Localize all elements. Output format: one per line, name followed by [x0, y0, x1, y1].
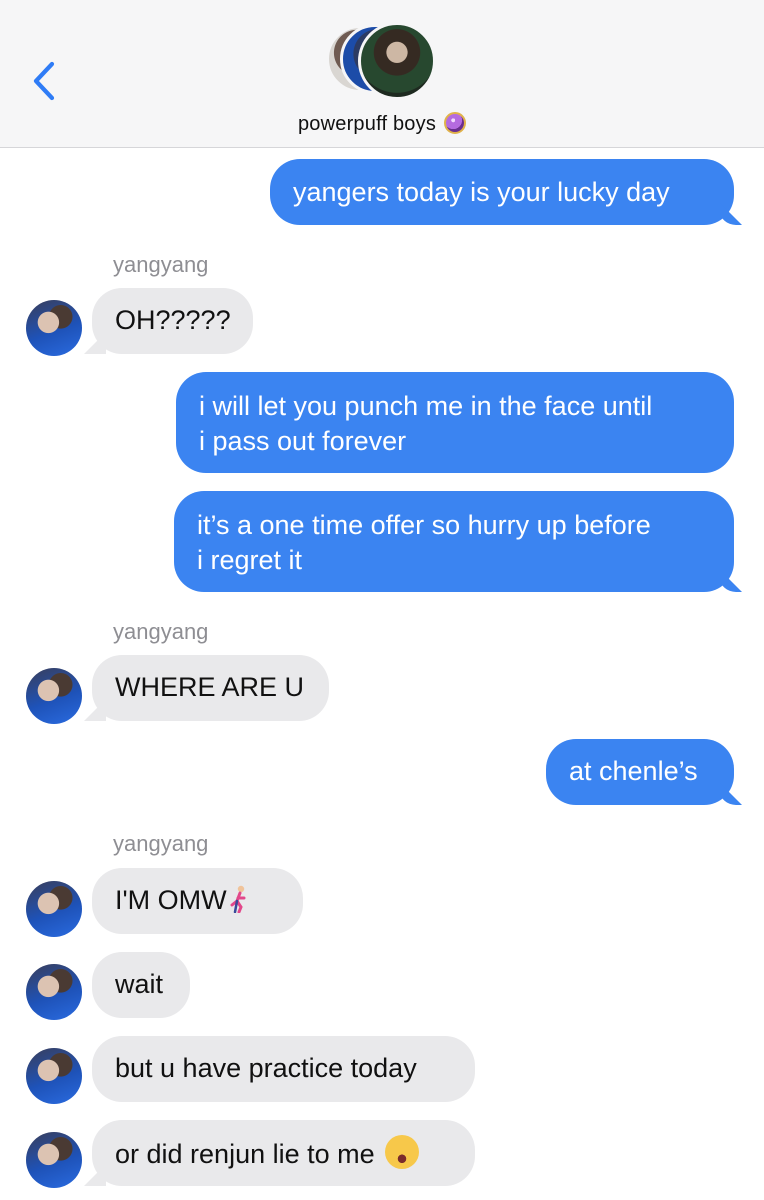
- sender-avatar[interactable]: [26, 1132, 82, 1188]
- sender-name: yangyang: [113, 252, 209, 277]
- crystal-ball-icon: [444, 112, 467, 134]
- back-button[interactable]: [28, 58, 62, 104]
- received-message[interactable]: or did renjun lie to me: [92, 1120, 475, 1186]
- message-text: or did renjun lie to me: [115, 1139, 375, 1169]
- sent-message[interactable]: yangers today is your lucky day: [270, 159, 734, 225]
- running-man-emoji: [230, 885, 246, 913]
- sent-message[interactable]: at chenle’s: [546, 739, 734, 805]
- sender-avatar[interactable]: [26, 964, 82, 1020]
- sender-name: yangyang: [113, 831, 209, 856]
- sender-avatar[interactable]: [26, 300, 82, 356]
- group-member-avatar: [358, 22, 436, 100]
- sender-avatar[interactable]: [26, 1048, 82, 1104]
- sent-message[interactable]: i will let you punch me in the face unti…: [176, 372, 734, 473]
- received-message[interactable]: OH?????: [92, 288, 253, 354]
- crying-face-emoji: [384, 1135, 419, 1169]
- received-message[interactable]: I'M OMW: [92, 868, 303, 934]
- sender-avatar[interactable]: [26, 668, 82, 724]
- chevron-left-icon: [33, 61, 55, 101]
- received-message[interactable]: but u have practice today: [92, 1036, 475, 1102]
- message-text: I'M OMW: [115, 885, 227, 915]
- group-avatars[interactable]: [326, 22, 438, 100]
- sender-avatar[interactable]: [26, 881, 82, 937]
- sender-name: yangyang: [113, 619, 209, 644]
- group-title[interactable]: powerpuff boys: [0, 112, 764, 136]
- chat-screen: powerpuff boys yangers today is your luc…: [0, 0, 764, 1200]
- sent-message[interactable]: it’s a one time offer so hurry up before…: [174, 491, 734, 592]
- group-name-label: powerpuff boys: [297, 113, 437, 135]
- received-message[interactable]: WHERE ARE U: [92, 655, 329, 721]
- chat-header: powerpuff boys: [0, 0, 764, 148]
- received-message[interactable]: wait: [92, 952, 190, 1018]
